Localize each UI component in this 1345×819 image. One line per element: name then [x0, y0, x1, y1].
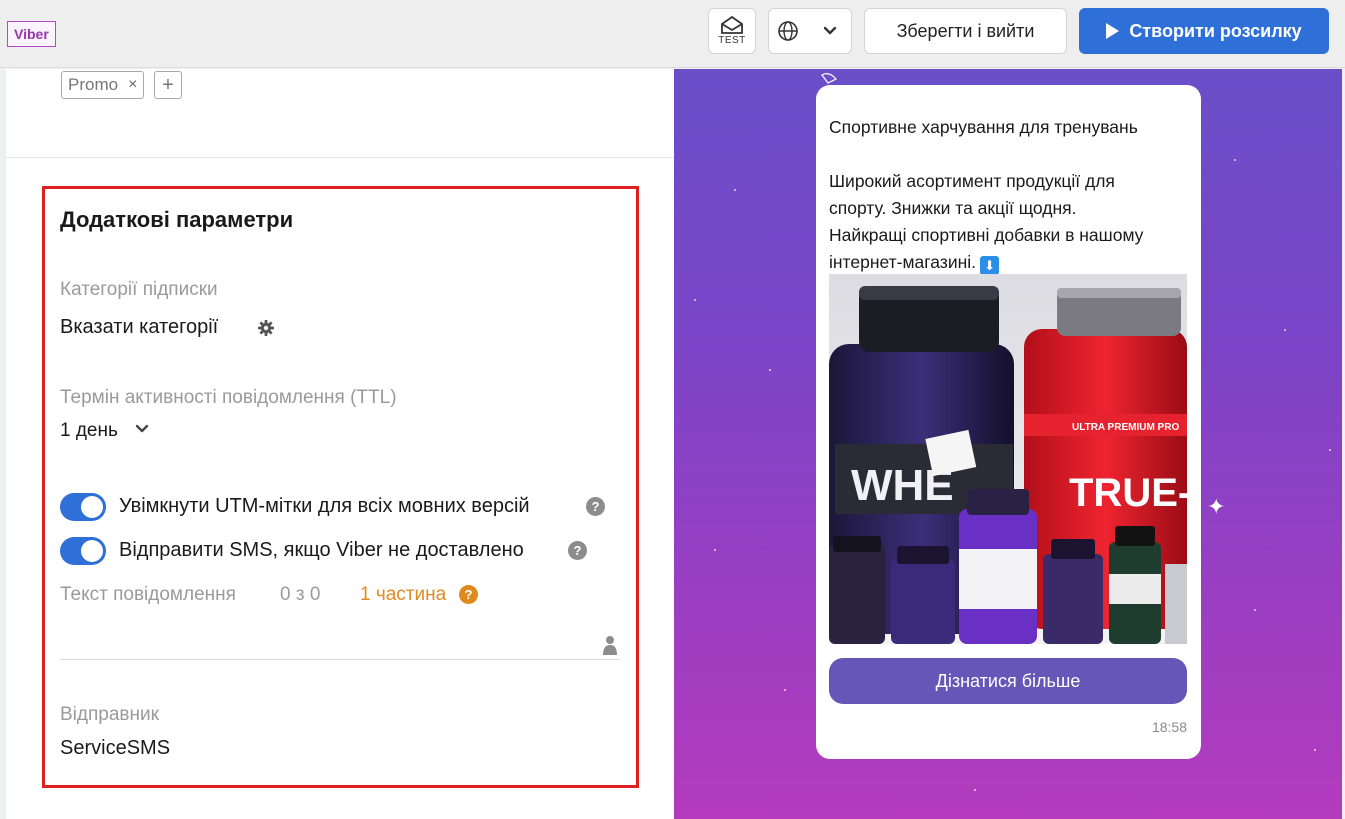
sparkle-icon: ✦: [1207, 494, 1226, 519]
person-icon[interactable]: [603, 635, 617, 655]
star-decoration: [1254, 609, 1256, 611]
top-bar: Viber TEST Зберегти і вийти Створити роз…: [0, 0, 1345, 68]
star-decoration: [974, 789, 976, 791]
tag-label: Promo: [68, 75, 119, 94]
help-icon[interactable]: ?: [568, 541, 587, 560]
utm-toggle[interactable]: [60, 493, 106, 521]
bubble-tail-icon: [821, 73, 837, 84]
gear-icon[interactable]: [257, 319, 275, 337]
learn-more-button[interactable]: Дізнатися більше: [829, 658, 1187, 704]
sms-text-label: Текст повідомлення: [60, 584, 236, 605]
message-preview: ✦ Спортивне харчування для тренувань Шир…: [674, 69, 1342, 819]
save-exit-button[interactable]: Зберегти і вийти: [864, 8, 1067, 54]
play-icon: [1106, 23, 1120, 39]
right-jar-band-text: ULTRA PREMIUM PRO: [1072, 422, 1179, 433]
star-decoration: [694, 299, 696, 301]
create-campaign-label: Створити розсилку: [1129, 20, 1302, 41]
sms-parts-count: 1 частина: [360, 584, 447, 605]
add-tag-button[interactable]: +: [154, 71, 182, 99]
message-line-last: інтернет-магазині. ⬇: [829, 249, 1189, 276]
message-line: Широкий асортимент продукції для: [829, 171, 1115, 191]
highlight-frame: [42, 186, 639, 788]
message-line: спорту. Знижки та акції щодня.: [829, 198, 1077, 218]
section-title: Додаткові параметри: [60, 207, 294, 232]
tag-remove-icon[interactable]: ×: [128, 76, 137, 94]
star-decoration: [734, 189, 736, 191]
message-timestamp: 18:58: [1151, 719, 1187, 735]
globe-icon: [778, 21, 798, 41]
message-bubble: Спортивне харчування для тренувань Широк…: [816, 73, 1201, 759]
message-line: Найкращі спортивні добавки в нашому: [829, 225, 1144, 245]
message-text: Спортивне харчування для тренувань Широк…: [829, 114, 1189, 276]
ttl-select[interactable]: 1 день: [60, 420, 118, 442]
help-icon[interactable]: ?: [586, 497, 605, 516]
sender-label: Відправник: [60, 704, 159, 725]
character-counter: 0 з 0: [280, 584, 321, 605]
down-arrow-icon: ⬇: [980, 256, 1000, 275]
message-line: Спортивне харчування для тренувань: [829, 117, 1138, 137]
send-test-button[interactable]: TEST: [708, 8, 756, 54]
specify-categories-link[interactable]: Вказати категорії: [60, 316, 218, 339]
product-image: ULTRA PREMIUM PRO TRUE- WHE: [829, 274, 1187, 644]
channel-badge: Viber: [7, 21, 56, 47]
sms-fallback-toggle-label: Відправити SMS, якщо Viber не доставлено: [119, 539, 524, 561]
tag-promo[interactable]: Promo ×: [61, 71, 145, 99]
sms-fallback-toggle[interactable]: [60, 537, 106, 565]
star-decoration: [714, 549, 716, 551]
chevron-down-icon: [823, 26, 837, 35]
star-decoration: [1284, 329, 1286, 331]
settings-panel: Promo × + Додаткові параметри Категорії …: [6, 69, 674, 819]
star-decoration: [1329, 449, 1331, 451]
star-decoration: [784, 689, 786, 691]
language-selector[interactable]: [768, 8, 852, 54]
help-icon[interactable]: ?: [459, 585, 478, 604]
sms-text-input[interactable]: [60, 659, 620, 660]
sender-value[interactable]: ServiceSMS: [60, 737, 170, 760]
toggle-knob: [81, 496, 103, 518]
envelope-icon: [721, 16, 743, 34]
utm-toggle-label: Увімкнути UTM-мітки для всіх мовних верс…: [119, 495, 530, 517]
chevron-down-icon[interactable]: [135, 422, 149, 436]
tags-area: Promo × +: [6, 69, 674, 158]
toggle-knob: [81, 540, 103, 562]
test-label: TEST: [718, 35, 746, 46]
message-line: [829, 141, 1189, 168]
star-decoration: [1314, 749, 1316, 751]
right-jar-brand-text: TRUE-: [1069, 471, 1187, 515]
message-line: інтернет-магазині.: [829, 252, 977, 272]
subscription-categories-label: Категорії підписки: [60, 279, 218, 300]
create-campaign-button[interactable]: Створити розсилку: [1079, 8, 1329, 54]
star-decoration: [769, 369, 771, 371]
supplement-jars-illustration: ULTRA PREMIUM PRO TRUE- WHE: [829, 274, 1187, 644]
star-decoration: [1234, 159, 1236, 161]
ttl-label: Термін активності повідомлення (TTL): [60, 387, 397, 408]
